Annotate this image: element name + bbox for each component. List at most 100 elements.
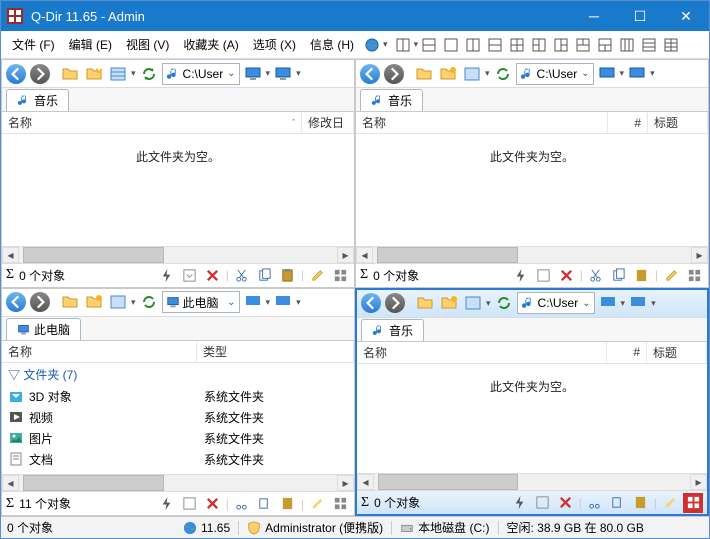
menu-edit[interactable]: 编辑 (E): [62, 32, 119, 57]
monitor-icon[interactable]: [597, 292, 619, 314]
col-number[interactable]: #: [607, 342, 647, 363]
col-modified[interactable]: 修改日: [302, 112, 354, 133]
col-name[interactable]: 名称: [356, 112, 608, 133]
minimize-button[interactable]: ─: [571, 1, 617, 31]
edit-icon[interactable]: [307, 494, 327, 514]
path-combo[interactable]: 此电脑 ⌄: [162, 291, 240, 313]
list-item[interactable]: 视频系统文件夹: [2, 407, 354, 428]
layout-9-icon[interactable]: [573, 35, 593, 55]
layout-11-icon[interactable]: [617, 35, 637, 55]
folder-icon[interactable]: [414, 292, 436, 314]
dropdown-icon[interactable]: [534, 265, 554, 285]
grid-icon[interactable]: [683, 493, 703, 513]
col-name[interactable]: 名称ˆ: [2, 112, 302, 133]
list-item[interactable]: 图片系统文件夹: [2, 428, 354, 449]
layout-7-icon[interactable]: [529, 35, 549, 55]
path-combo[interactable]: C:\User ⌄: [517, 292, 595, 314]
monitor-2-icon[interactable]: [272, 291, 294, 313]
edit-icon[interactable]: [660, 493, 680, 513]
layout-4-icon[interactable]: [463, 35, 483, 55]
globe-icon[interactable]: [362, 35, 382, 55]
view-icon[interactable]: [461, 63, 483, 85]
monitor-icon[interactable]: [596, 63, 618, 85]
view-icon[interactable]: [107, 63, 129, 85]
monitor-2-icon[interactable]: [626, 63, 648, 85]
lightning-icon[interactable]: [157, 494, 177, 514]
cut-icon[interactable]: [586, 265, 606, 285]
forward-button[interactable]: [29, 291, 51, 313]
monitor-icon[interactable]: [242, 63, 264, 85]
h-scrollbar[interactable]: ◂▸: [2, 474, 354, 491]
layout-5-icon[interactable]: [485, 35, 505, 55]
new-folder-icon[interactable]: [437, 63, 459, 85]
layout-1-icon[interactable]: [393, 35, 413, 55]
back-button[interactable]: [360, 292, 382, 314]
lightning-icon[interactable]: [510, 493, 530, 513]
layout-13-icon[interactable]: [661, 35, 681, 55]
forward-button[interactable]: [29, 63, 51, 85]
list-item[interactable]: 3D 对象系统文件夹: [2, 386, 354, 407]
h-scrollbar[interactable]: ◂▸: [2, 246, 354, 263]
close-button[interactable]: ✕: [663, 1, 709, 31]
copy-icon[interactable]: [255, 265, 275, 285]
forward-button[interactable]: [384, 292, 406, 314]
view-icon[interactable]: [462, 292, 484, 314]
copy-icon[interactable]: [255, 494, 275, 514]
menu-file[interactable]: 文件 (F): [5, 32, 62, 57]
col-title[interactable]: 标题: [648, 112, 708, 133]
path-combo[interactable]: C:\User ⌄: [516, 63, 594, 85]
new-folder-icon[interactable]: [438, 292, 460, 314]
col-number[interactable]: #: [608, 112, 648, 133]
layout-8-icon[interactable]: [551, 35, 571, 55]
refresh-icon[interactable]: [492, 63, 514, 85]
delete-icon[interactable]: [556, 493, 576, 513]
back-button[interactable]: [5, 63, 27, 85]
col-name[interactable]: 名称: [357, 342, 607, 363]
path-combo[interactable]: C:\User ⌄: [162, 63, 240, 85]
pane-1-tab[interactable]: 音乐: [6, 89, 69, 111]
col-title[interactable]: 标题: [647, 342, 707, 363]
new-folder-icon[interactable]: [83, 291, 105, 313]
col-name[interactable]: 名称: [2, 341, 197, 362]
copy-icon[interactable]: [609, 265, 629, 285]
list-item[interactable]: 文档系统文件夹: [2, 449, 354, 470]
layout-3-icon[interactable]: [441, 35, 461, 55]
delete-icon[interactable]: [557, 265, 577, 285]
refresh-icon[interactable]: [493, 292, 515, 314]
dropdown-icon[interactable]: [180, 265, 200, 285]
menu-favorites[interactable]: 收藏夹 (A): [176, 32, 245, 57]
layout-12-icon[interactable]: [639, 35, 659, 55]
refresh-icon[interactable]: [138, 63, 160, 85]
h-scrollbar[interactable]: ◂▸: [357, 473, 707, 490]
group-header[interactable]: ▽ 文件夹 (7): [2, 363, 354, 386]
grid-icon[interactable]: [330, 265, 350, 285]
paste-icon[interactable]: [631, 493, 651, 513]
folder-icon[interactable]: [59, 291, 81, 313]
delete-icon[interactable]: [203, 494, 223, 514]
menu-options[interactable]: 选项 (X): [246, 32, 303, 57]
paste-icon[interactable]: [278, 494, 298, 514]
forward-button[interactable]: [383, 63, 405, 85]
new-folder-icon[interactable]: ✦: [83, 63, 105, 85]
refresh-icon[interactable]: [138, 291, 160, 313]
lightning-icon[interactable]: [157, 265, 177, 285]
back-button[interactable]: [359, 63, 381, 85]
copy-icon[interactable]: [608, 493, 628, 513]
monitor-2-icon[interactable]: [627, 292, 649, 314]
folder-icon[interactable]: [413, 63, 435, 85]
pane-3-tab[interactable]: 此电脑: [6, 318, 81, 340]
paste-icon[interactable]: [278, 265, 298, 285]
view-icon[interactable]: [107, 291, 129, 313]
edit-icon[interactable]: [307, 265, 327, 285]
edit-icon[interactable]: [661, 265, 681, 285]
cut-icon[interactable]: [232, 494, 252, 514]
grid-icon[interactable]: [684, 265, 704, 285]
h-scrollbar[interactable]: ◂▸: [356, 246, 708, 263]
layout-6-icon[interactable]: [507, 35, 527, 55]
menu-view[interactable]: 视图 (V): [119, 32, 176, 57]
pane-4-tab[interactable]: 音乐: [361, 319, 424, 341]
monitor-icon[interactable]: [242, 291, 264, 313]
dropdown-icon[interactable]: [180, 494, 200, 514]
layout-2-icon[interactable]: [419, 35, 439, 55]
monitor-2-icon[interactable]: [272, 63, 294, 85]
